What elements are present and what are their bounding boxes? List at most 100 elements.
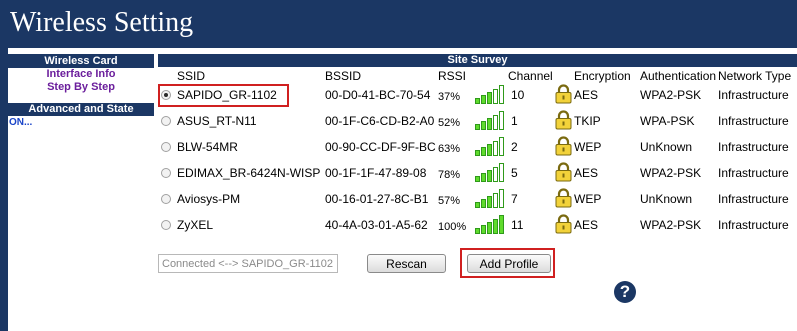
signal-bar — [481, 173, 486, 182]
network-radio[interactable] — [161, 90, 171, 100]
sidebar: Wireless Card Interface Info Step By Ste… — [8, 48, 154, 331]
cell-rssi: 52% — [438, 117, 461, 129]
column-ssid: SSID — [177, 69, 206, 83]
signal-bar — [493, 193, 498, 208]
connection-status-field[interactable] — [158, 254, 338, 273]
table-row[interactable]: ASUS_RT-N11 00-1F-C6-CD-B2-A0 52% 1 TKIP WPA-… — [158, 109, 797, 135]
signal-bar — [487, 170, 492, 182]
cell-network-type: Infrastructure — [718, 140, 789, 154]
window: Wireless Setting Wireless Card Interface… — [0, 0, 797, 331]
cell-rssi: 78% — [438, 169, 461, 181]
signal-bar — [499, 215, 504, 234]
help-icon[interactable]: ? — [614, 281, 636, 303]
cell-channel: 11 — [511, 218, 524, 232]
cell-encryption: AES — [574, 166, 599, 180]
signal-bar — [493, 141, 498, 156]
signal-bar — [475, 98, 480, 104]
signal-bar — [475, 202, 480, 208]
signal-bar — [475, 124, 480, 130]
signal-bar — [481, 95, 486, 104]
cell-network-type: Infrastructure — [718, 166, 789, 180]
cell-channel: 10 — [511, 88, 525, 102]
signal-bar — [493, 115, 498, 130]
signal-bar — [493, 219, 498, 234]
network-radio[interactable] — [161, 194, 171, 204]
cell-channel: 7 — [511, 192, 518, 206]
cell-bssid: 00-1F-C6-CD-B2-A0 — [325, 114, 435, 128]
lock-icon — [554, 136, 573, 156]
cell-bssid: 00-16-01-27-8C-B1 — [325, 192, 429, 206]
cell-ssid: SAPIDO_GR-1102 — [177, 88, 277, 102]
cell-bssid: 00-90-CC-DF-9F-BC — [325, 140, 436, 154]
cell-encryption: TKIP — [574, 114, 601, 128]
cell-encryption: WEP — [574, 192, 602, 206]
cell-bssid: 00-D0-41-BC-70-54 — [325, 88, 431, 102]
table-row[interactable]: EDIMAX_BR-6424N-WISP 00-1F-1F-47-89-08 78%… — [158, 161, 797, 187]
signal-bars-icon — [475, 188, 505, 208]
signal-bar — [493, 89, 498, 104]
column-encryption: Encryption — [574, 69, 631, 83]
signal-bars-icon — [475, 214, 505, 234]
lock-icon — [554, 162, 573, 182]
column-authentication: Authentication — [640, 69, 717, 83]
lock-icon — [554, 110, 573, 130]
cell-encryption: WEP — [574, 140, 602, 154]
cell-encryption: AES — [574, 218, 599, 232]
signal-bar — [499, 189, 504, 208]
signal-bar — [499, 85, 504, 104]
cell-rssi: 57% — [438, 195, 461, 207]
cell-network-type: Infrastructure — [718, 192, 789, 206]
sidebar-section-wireless-card: Wireless Card — [8, 54, 154, 68]
table-row[interactable]: SAPIDO_GR-1102 00-D0-41-BC-70-54 37% 10 AES W… — [158, 83, 797, 109]
table-row[interactable]: Aviosys-PM 00-16-01-27-8C-B1 57% 7 WEP UnKnow… — [158, 187, 797, 213]
sidebar-section-advanced-state: Advanced and State — [8, 103, 154, 116]
column-network-type: Network Type — [718, 69, 792, 83]
signal-bar — [499, 163, 504, 182]
site-survey-panel: Site Survey SSID BSSID RSSI Channel Encr… — [158, 54, 797, 331]
cell-bssid: 40-4A-03-01-A5-62 — [325, 218, 428, 232]
cell-network-type: Infrastructure — [718, 218, 789, 232]
signal-bar — [499, 137, 504, 156]
cell-channel: 2 — [511, 140, 518, 154]
cell-ssid: BLW-54MR — [177, 140, 238, 154]
signal-bar — [481, 225, 486, 234]
signal-bars-icon — [475, 84, 505, 104]
cell-authentication: UnKnown — [640, 140, 693, 154]
rescan-button[interactable]: Rescan — [367, 254, 446, 273]
cell-authentication: WPA2-PSK — [640, 88, 702, 102]
signal-bar — [487, 92, 492, 104]
network-radio[interactable] — [161, 142, 171, 152]
network-radio[interactable] — [161, 220, 171, 230]
lock-icon — [554, 214, 573, 234]
signal-bar — [481, 121, 486, 130]
add-profile-button[interactable]: Add Profile — [467, 254, 551, 273]
lock-icon — [554, 84, 573, 104]
signal-bar — [475, 176, 480, 182]
sidebar-link-step-by-step[interactable]: Step By Step — [8, 81, 154, 94]
cell-rssi: 37% — [438, 91, 461, 103]
column-rssi: RSSI — [438, 69, 467, 83]
cell-ssid: ASUS_RT-N11 — [177, 114, 257, 128]
cell-network-type: Infrastructure — [718, 114, 789, 128]
table-row[interactable]: BLW-54MR 00-90-CC-DF-9F-BC 63% 2 WEP UnKnown I… — [158, 135, 797, 161]
signal-bar — [493, 167, 498, 182]
network-radio[interactable] — [161, 116, 171, 126]
sidebar-link-interface-info[interactable]: Interface Info — [8, 68, 154, 81]
table-header: SSID BSSID RSSI Channel Encryption Authe… — [158, 67, 797, 83]
signal-bars-icon — [475, 110, 505, 130]
signal-bar — [481, 199, 486, 208]
cell-channel: 1 — [511, 114, 518, 128]
cell-channel: 5 — [511, 166, 518, 180]
signal-bar — [475, 228, 480, 234]
table-row[interactable]: ZyXEL 40-4A-03-01-A5-62 100% 11 AES WPA2-PSK I… — [158, 213, 797, 239]
signal-bar — [487, 118, 492, 130]
signal-bars-icon — [475, 136, 505, 156]
cell-authentication: UnKnown — [640, 192, 693, 206]
column-bssid: BSSID — [325, 69, 362, 83]
signal-bar — [487, 144, 492, 156]
cell-authentication: WPA-PSK — [640, 114, 695, 128]
network-radio[interactable] — [161, 168, 171, 178]
cell-rssi: 100% — [438, 221, 467, 233]
lock-icon — [554, 188, 573, 208]
bottom-bar: Rescan Add Profile — [158, 239, 797, 279]
